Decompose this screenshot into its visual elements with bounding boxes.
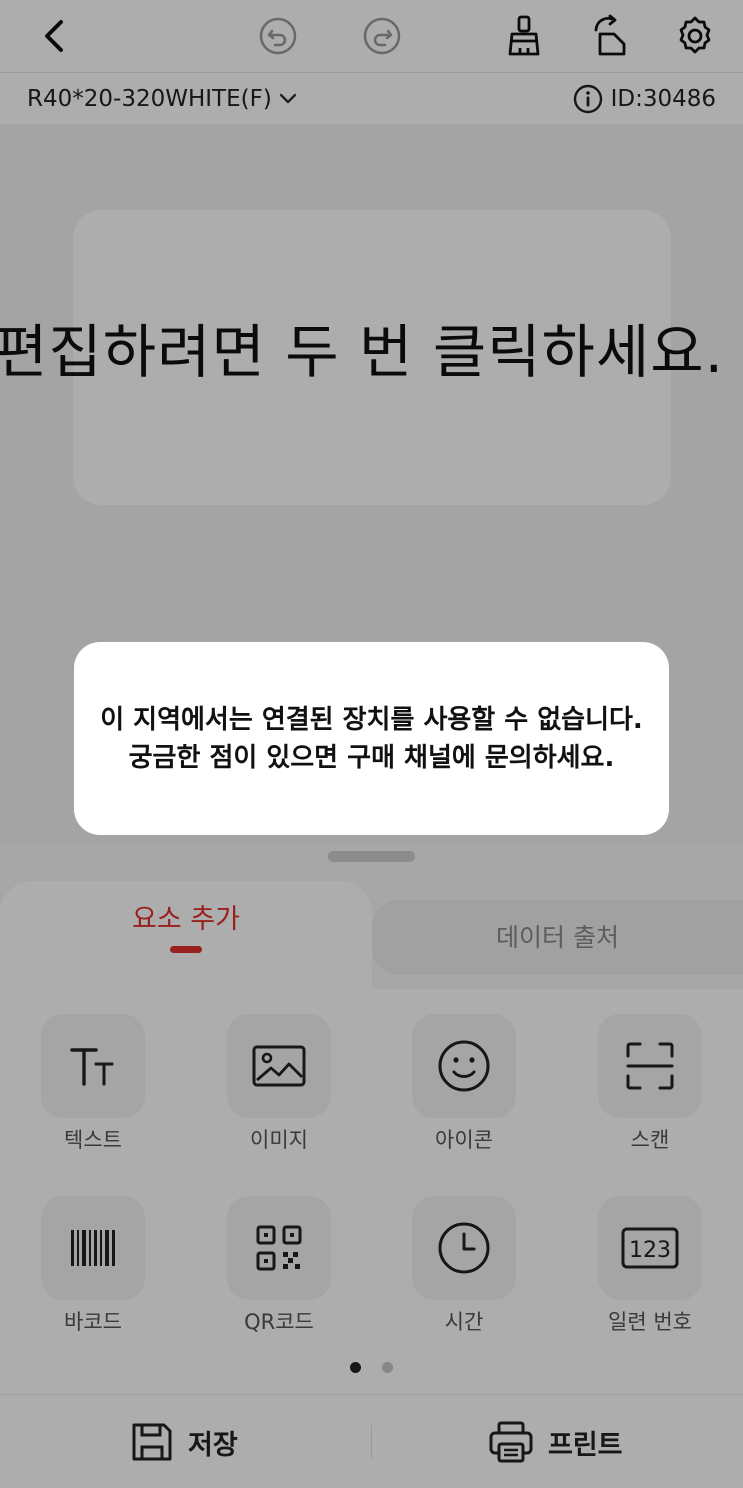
dialog-message: 이 지역에서는 연결된 장치를 사용할 수 없습니다. 궁금한 점이 있으면 구… [100,704,643,773]
region-unavailable-dialog: 이 지역에서는 연결된 장치를 사용할 수 없습니다. 궁금한 점이 있으면 구… [74,642,669,835]
label-editor-screen: R40*20-320WHITE(F) ID:30486 편집하려면 두 번 클릭… [0,0,743,1488]
